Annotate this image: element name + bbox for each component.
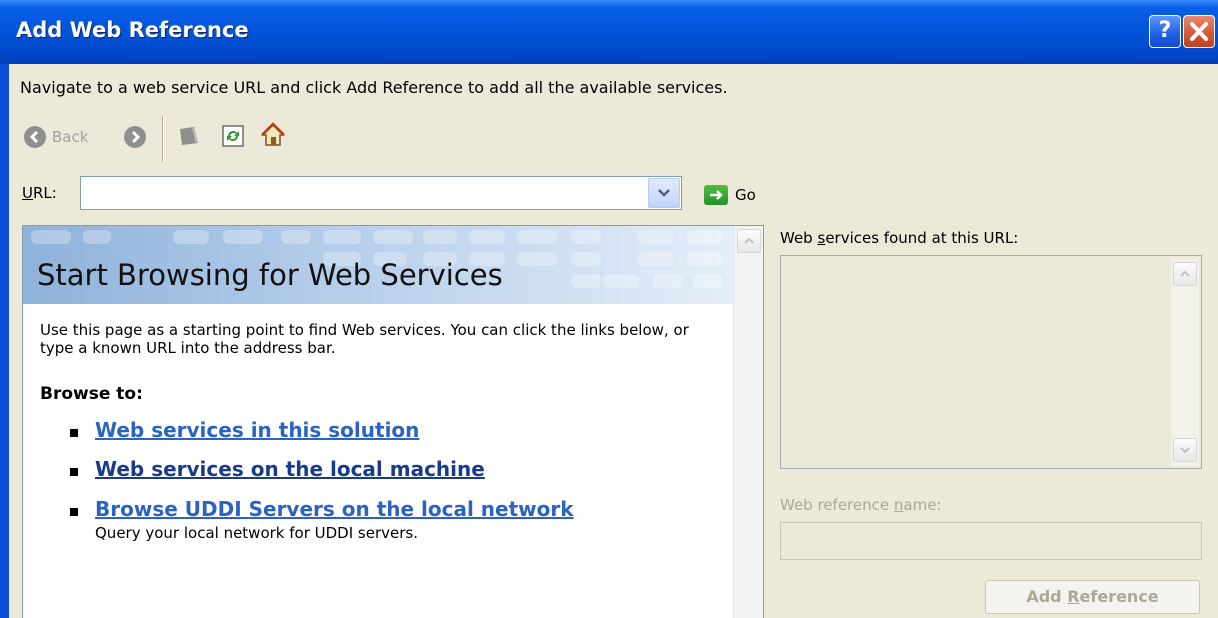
chevron-up-icon bbox=[1180, 270, 1190, 277]
url-label: URL: bbox=[22, 184, 57, 202]
browser-content: Start Browsing for Web Services Use this… bbox=[23, 226, 733, 618]
instructions-text: Navigate to a web service URL and click … bbox=[20, 78, 728, 97]
bullet-icon bbox=[70, 429, 78, 437]
scroll-down-button[interactable] bbox=[1173, 438, 1197, 462]
scroll-up-button[interactable] bbox=[1173, 262, 1197, 286]
add-web-reference-dialog: Add Web Reference ? Navigate to a web se… bbox=[0, 0, 1218, 618]
chevron-up-icon bbox=[744, 237, 754, 244]
stop-button[interactable] bbox=[178, 125, 200, 147]
home-button[interactable] bbox=[260, 122, 286, 148]
link-browse-uddi-servers[interactable]: Browse UDDI Servers on the local network bbox=[95, 497, 574, 521]
web-reference-name-label: Web reference name: bbox=[780, 496, 942, 514]
back-button[interactable]: Back bbox=[24, 123, 88, 151]
go-label: Go bbox=[735, 186, 756, 204]
back-arrow-icon bbox=[24, 126, 46, 148]
help-button[interactable]: ? bbox=[1149, 15, 1181, 48]
scroll-up-button[interactable] bbox=[737, 229, 761, 253]
link-web-services-solution[interactable]: Web services in this solution bbox=[95, 418, 419, 442]
stop-icon bbox=[180, 127, 198, 145]
home-icon bbox=[261, 122, 285, 146]
uddi-link-description: Query your local network for UDDI server… bbox=[95, 524, 418, 542]
toolbar-separator bbox=[162, 116, 164, 162]
url-combobox[interactable] bbox=[80, 176, 682, 210]
page-heading: Start Browsing for Web Services bbox=[37, 258, 503, 292]
refresh-button[interactable] bbox=[221, 124, 245, 148]
close-button[interactable] bbox=[1183, 15, 1215, 48]
forward-button[interactable] bbox=[124, 126, 146, 148]
link-web-services-local-machine[interactable]: Web services on the local machine bbox=[95, 457, 485, 481]
chevron-down-icon bbox=[658, 189, 670, 197]
bullet-icon bbox=[70, 468, 78, 476]
browse-to-heading: Browse to: bbox=[40, 384, 143, 404]
close-icon bbox=[1190, 22, 1208, 41]
chevron-down-icon bbox=[1180, 447, 1190, 454]
services-found-label: Web services found at this URL: bbox=[780, 229, 1019, 247]
bullet-icon bbox=[70, 508, 78, 516]
go-arrow-icon bbox=[704, 185, 728, 205]
go-button[interactable]: Go bbox=[704, 182, 756, 208]
forward-arrow-icon bbox=[131, 130, 141, 144]
page-banner: Start Browsing for Web Services bbox=[23, 226, 733, 304]
services-list-scrollbar[interactable] bbox=[1171, 258, 1199, 466]
url-input[interactable] bbox=[81, 177, 641, 209]
window-title: Add Web Reference bbox=[16, 18, 249, 42]
add-reference-button[interactable]: Add Reference bbox=[985, 580, 1200, 614]
intro-text: Use this page as a starting point to fin… bbox=[40, 321, 689, 357]
browser-pane[interactable]: Start Browsing for Web Services Use this… bbox=[22, 225, 764, 618]
web-reference-name-input[interactable] bbox=[780, 522, 1202, 560]
title-bar[interactable]: Add Web Reference ? bbox=[0, 0, 1218, 64]
url-dropdown-button[interactable] bbox=[648, 178, 680, 208]
back-label: Back bbox=[52, 128, 89, 146]
window-left-border bbox=[0, 64, 9, 618]
services-found-list[interactable] bbox=[780, 255, 1202, 469]
refresh-icon bbox=[222, 125, 244, 147]
browser-scrollbar[interactable] bbox=[733, 226, 763, 618]
